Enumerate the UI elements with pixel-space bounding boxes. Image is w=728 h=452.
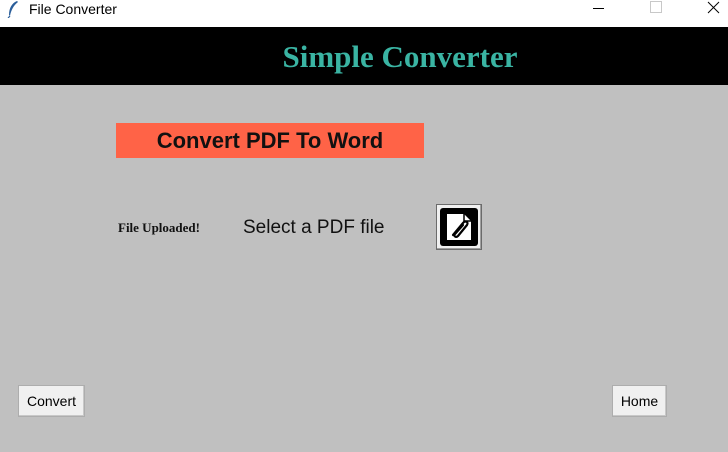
page-title: Simple Converter: [282, 39, 518, 74]
section-heading: Convert PDF To Word: [116, 123, 424, 158]
title-bar[interactable]: File Converter: [0, 0, 728, 27]
window-title: File Converter: [29, 1, 117, 17]
feather-icon: [6, 0, 20, 19]
upload-status: File Uploaded!: [118, 220, 200, 235]
convert-button[interactable]: Convert: [18, 385, 85, 417]
attach-file-button[interactable]: [436, 204, 482, 250]
close-icon[interactable]: [690, 0, 728, 18]
home-button[interactable]: Home: [612, 385, 667, 417]
select-file-label: Select a PDF file: [243, 217, 385, 238]
header-banner: Simple Converter: [0, 27, 728, 85]
app-window: File Converter Simple Converter Convert …: [0, 0, 728, 452]
minimize-icon[interactable]: [576, 0, 622, 18]
maximize-icon[interactable]: [632, 0, 678, 18]
